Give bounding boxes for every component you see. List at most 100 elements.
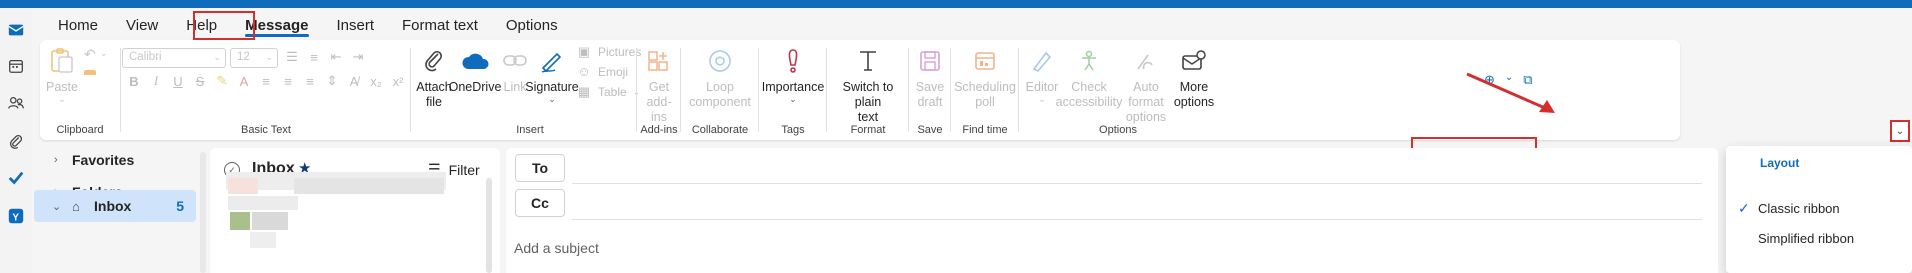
chevron-down-icon: ⌄ bbox=[1895, 125, 1905, 137]
paste-button[interactable]: Paste ⌄ bbox=[44, 46, 80, 104]
plain-text-label-1: Switch to plain bbox=[842, 80, 894, 109]
group-divider bbox=[950, 48, 951, 132]
tab-format-text[interactable]: Format text bbox=[388, 10, 492, 40]
collaborate-group: Loop component Collaborate bbox=[682, 40, 758, 140]
people-icon[interactable] bbox=[6, 93, 26, 113]
menu-item-classic-ribbon[interactable]: ✓ Classic ribbon bbox=[1726, 192, 1912, 224]
chevron-down-icon: ⌄ bbox=[58, 94, 66, 104]
check-accessibility-button[interactable]: Check accessibility bbox=[1056, 46, 1122, 110]
favorites-node[interactable]: › Favorites bbox=[32, 144, 204, 176]
basic-text-group-label: Basic Text bbox=[241, 124, 291, 136]
loop-component-button[interactable]: Loop component bbox=[688, 46, 752, 110]
subscript-icon[interactable]: x₂ bbox=[368, 74, 384, 89]
classic-ribbon: Paste ⌄ ↶ ⌄ Clipboard Calibri ⌄ 12 ⌄ ☰ ≡… bbox=[40, 40, 1680, 140]
font-color-icon[interactable]: A bbox=[236, 74, 252, 89]
attach-label-2: file bbox=[426, 95, 442, 109]
save-icon bbox=[914, 46, 946, 76]
calendar-icon[interactable] bbox=[6, 56, 26, 76]
align-left-icon[interactable]: ≡ bbox=[258, 74, 274, 89]
insert-group: Attach file OneDrive Link Signature ⌄ ▣ … bbox=[412, 40, 648, 140]
increase-indent-icon[interactable]: ⇥ bbox=[350, 49, 366, 65]
blurred-content bbox=[228, 178, 258, 194]
superscript-icon[interactable]: x² bbox=[390, 74, 406, 89]
get-addins-button[interactable]: Get add-ins bbox=[640, 46, 678, 125]
more-options-button[interactable]: More options bbox=[1174, 46, 1214, 110]
favorites-label: Favorites bbox=[72, 152, 135, 168]
link-icon bbox=[499, 46, 531, 76]
compose-pane: To Cc Add a subject bbox=[506, 148, 1718, 273]
basic-text-group: Calibri ⌄ 12 ⌄ ☰ ≡ ⇤ ⇥ B I U S ✎ A ≡ ≡ ≡… bbox=[122, 40, 410, 140]
font-name-field[interactable]: Calibri ⌄ bbox=[122, 48, 226, 68]
scheduling-poll-icon bbox=[969, 46, 1001, 76]
importance-button[interactable]: Importance ⌄ bbox=[762, 46, 824, 104]
strikethrough-icon[interactable]: S bbox=[192, 74, 208, 89]
mail-icon[interactable] bbox=[6, 20, 26, 40]
collaborate-group-label: Collaborate bbox=[691, 124, 749, 136]
scheduling-poll-button[interactable]: Scheduling poll bbox=[954, 46, 1016, 110]
underline-icon[interactable]: U bbox=[170, 74, 186, 89]
subject-input[interactable]: Add a subject bbox=[514, 240, 599, 256]
bold-icon[interactable]: B bbox=[126, 74, 142, 89]
importance-label: Importance bbox=[761, 80, 825, 94]
onedrive-button[interactable]: OneDrive bbox=[449, 46, 501, 95]
font-name-value: Calibri bbox=[129, 51, 162, 63]
group-divider bbox=[826, 48, 827, 132]
format-group-label: Format bbox=[850, 124, 886, 136]
inbox-icon: ⌂ bbox=[72, 198, 80, 214]
tab-home[interactable]: Home bbox=[44, 10, 112, 40]
loop-label-2: component bbox=[689, 95, 751, 109]
tab-options[interactable]: Options bbox=[492, 10, 572, 40]
pictures-label: Pictures bbox=[598, 45, 642, 59]
more-label-1: More bbox=[1179, 80, 1209, 94]
todo-icon[interactable] bbox=[6, 168, 26, 188]
menu-item-simplified-ribbon[interactable]: Simplified ribbon bbox=[1726, 222, 1912, 254]
sidebar-item-inbox[interactable]: ⌄ ⌂ Inbox 5 bbox=[34, 190, 196, 222]
undo-icon[interactable]: ↶ bbox=[84, 46, 96, 63]
importance-icon bbox=[777, 46, 809, 76]
message-list-scrollbar[interactable] bbox=[486, 178, 492, 273]
addins-group-label: Add-ins bbox=[640, 124, 678, 136]
align-right-icon[interactable]: ≡ bbox=[302, 74, 318, 89]
tab-view[interactable]: View bbox=[112, 10, 172, 40]
emoji-button[interactable]: ☺ Emoji bbox=[576, 64, 628, 79]
align-center-icon[interactable]: ≡ bbox=[280, 74, 296, 89]
pictures-button[interactable]: ▣ Pictures bbox=[576, 44, 642, 60]
chevron-down-icon[interactable]: ⌄ bbox=[100, 48, 108, 59]
accessibility-icon bbox=[1073, 46, 1105, 76]
highlight-icon[interactable]: ✎ bbox=[214, 73, 230, 89]
chevron-down-icon: ⌄ bbox=[548, 94, 556, 104]
save-group: Save draft Save bbox=[910, 40, 950, 140]
to-button[interactable]: To bbox=[515, 154, 565, 182]
decrease-indent-icon[interactable]: ⇤ bbox=[328, 49, 344, 65]
loop-label-1: Loop bbox=[706, 80, 734, 94]
switch-plain-text-button[interactable]: Switch to plain text bbox=[830, 46, 906, 125]
group-divider bbox=[1018, 48, 1019, 132]
font-size-field[interactable]: 12 ⌄ bbox=[230, 48, 278, 68]
auto-format-button[interactable]: Auto format options bbox=[1118, 46, 1174, 125]
clipboard-group-label: Clipboard bbox=[56, 124, 104, 136]
table-button[interactable]: ▦ Table ⌄ bbox=[576, 84, 640, 100]
save-group-label: Save bbox=[917, 124, 943, 136]
attachment-icon[interactable] bbox=[6, 132, 26, 152]
signature-icon bbox=[536, 46, 568, 76]
cc-button[interactable]: Cc bbox=[515, 189, 565, 217]
format-painter-icon[interactable] bbox=[84, 70, 96, 80]
paperclip-icon bbox=[418, 46, 450, 76]
yammer-icon[interactable]: Y bbox=[6, 206, 26, 226]
clear-format-icon[interactable]: A̸ bbox=[346, 74, 362, 89]
picture-icon: ▣ bbox=[577, 44, 591, 59]
ribbon-layout-button[interactable]: ⌄ bbox=[1890, 120, 1910, 142]
chevron-down-icon: ⌄ bbox=[789, 94, 797, 104]
folder-scrollbar[interactable] bbox=[200, 152, 206, 273]
line-spacing-icon[interactable]: ⇕ bbox=[324, 73, 340, 89]
bullets-icon[interactable]: ☰ bbox=[284, 49, 300, 65]
attach-file-button[interactable]: Attach file bbox=[416, 46, 452, 110]
blurred-content bbox=[228, 196, 298, 210]
save-draft-button[interactable]: Save draft bbox=[912, 46, 948, 110]
italic-icon[interactable]: I bbox=[148, 73, 164, 89]
onedrive-icon bbox=[459, 46, 491, 76]
cc-field-underline bbox=[572, 219, 1702, 220]
numbering-icon[interactable]: ≡ bbox=[306, 50, 322, 65]
tab-insert[interactable]: Insert bbox=[323, 10, 389, 40]
signature-button[interactable]: Signature ⌄ bbox=[525, 46, 579, 104]
